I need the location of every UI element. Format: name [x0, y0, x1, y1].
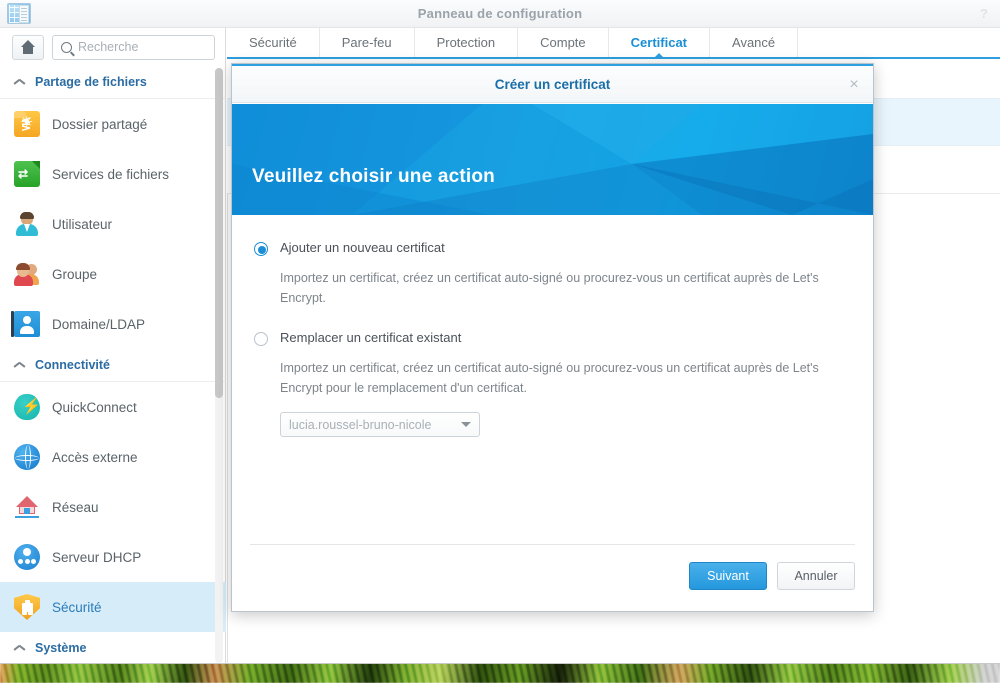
control-panel-window: Panneau de configuration ? Partage de fi…: [0, 0, 1000, 664]
sidebar-item-label: Sécurité: [52, 599, 102, 615]
sidebar-item-label: Réseau: [52, 499, 99, 515]
tab-label: Avancé: [732, 35, 776, 50]
tab-protection[interactable]: Protection: [415, 28, 519, 57]
sidebar-item-serveur-dhcp[interactable]: Serveur DHCP: [0, 532, 226, 582]
window-titlebar: Panneau de configuration ?: [0, 0, 1000, 28]
next-button[interactable]: Suivant: [689, 562, 767, 590]
group-icon: [14, 261, 40, 287]
cancel-button[interactable]: Annuler: [777, 562, 855, 590]
close-icon[interactable]: ×: [845, 76, 863, 94]
shared-folder-icon: ⋚: [14, 111, 40, 137]
dialog-body: Ajouter un nouveau certificat Importez u…: [232, 215, 873, 565]
tab-label: Pare-feu: [341, 35, 392, 50]
sidebar-item-label: Accès externe: [52, 449, 138, 465]
banner-polygon-pattern: [232, 104, 873, 215]
sidebar-item-label: Services de fichiers: [52, 166, 170, 182]
sidebar-item-label: Serveur DHCP: [52, 549, 142, 565]
sidebar-item-label: Utilisateur: [52, 216, 113, 232]
footer-separator: [250, 544, 855, 545]
option-replace-description: Importez un certificat, créez un certifi…: [280, 361, 819, 395]
option-add-new-certificate[interactable]: Ajouter un nouveau certificat: [254, 240, 851, 256]
tab-label: Protection: [436, 35, 496, 50]
sidebar-scrollbar-track[interactable]: [215, 68, 223, 663]
footer-button-group: Suivant Annuler: [689, 562, 855, 590]
sidebar-item-label: Dossier partagé: [52, 116, 148, 132]
sidebar-scrollbar-thumb[interactable]: [215, 68, 223, 398]
sidebar-nav-list: Partage de fichiers ⋚ Dossier partagé ⇄ …: [0, 66, 226, 663]
option-label: Ajouter un nouveau certificat: [280, 240, 445, 255]
help-icon[interactable]: ?: [976, 6, 992, 22]
sidebar-item-groupe[interactable]: Groupe: [0, 249, 226, 299]
domain-ldap-icon: [11, 311, 40, 337]
search-input[interactable]: [78, 40, 214, 54]
dialog-title: Créer un certificat: [494, 77, 611, 92]
search-box[interactable]: [52, 34, 215, 60]
tab-certificat[interactable]: Certificat: [609, 28, 711, 59]
sidebar-item-securite[interactable]: Sécurité: [0, 582, 226, 632]
radio-add-new-certificate[interactable]: [254, 242, 268, 256]
sidebar-item-label: Domaine/LDAP: [52, 316, 146, 332]
chevron-up-icon: [14, 644, 25, 652]
option-label: Remplacer un certificat existant: [280, 330, 462, 345]
home-button[interactable]: [12, 34, 44, 60]
sidebar-search-bar: [0, 28, 225, 66]
sidebar-group-partage-de-fichiers[interactable]: Partage de fichiers: [0, 66, 226, 99]
sidebar-item-reseau[interactable]: Réseau: [0, 482, 226, 532]
dialog-header: Créer un certificat ×: [232, 66, 873, 103]
tab-bar: Sécurité Pare-feu Protection Compte Cert…: [227, 28, 1000, 59]
tab-label: Compte: [540, 35, 586, 50]
sidebar-group-label: Partage de fichiers: [35, 75, 147, 89]
create-certificate-dialog: Créer un certificat × Veuillez choisir u…: [231, 63, 874, 612]
window-title: Panneau de configuration: [417, 6, 583, 21]
tab-label: Sécurité: [249, 35, 297, 50]
sidebar-item-quickconnect[interactable]: QuickConnect: [0, 382, 226, 432]
file-services-icon: ⇄: [14, 161, 40, 187]
sidebar-item-domaine-ldap[interactable]: Domaine/LDAP: [0, 299, 226, 349]
tab-pare-feu[interactable]: Pare-feu: [320, 28, 415, 57]
certificate-select-dropdown[interactable]: lucia.roussel-bruno-nicole: [280, 412, 480, 437]
sidebar-item-label: QuickConnect: [52, 399, 137, 415]
sidebar-item-label: Groupe: [52, 266, 98, 282]
sidebar-group-connectivite[interactable]: Connectivité: [0, 349, 226, 382]
background-column-divider: [227, 193, 228, 663]
search-icon: [61, 41, 72, 53]
chevron-down-icon: [461, 422, 471, 427]
sidebar-group-systeme[interactable]: Système: [0, 632, 226, 663]
sidebar-group-label: Connectivité: [35, 358, 111, 372]
sidebar-item-services-de-fichiers[interactable]: ⇄ Services de fichiers: [0, 149, 226, 199]
tab-label: Certificat: [630, 35, 688, 50]
tab-securite[interactable]: Sécurité: [227, 28, 320, 57]
quickconnect-icon: [14, 394, 41, 420]
home-icon: [20, 40, 36, 54]
sidebar-item-acces-externe[interactable]: Accès externe: [0, 432, 226, 482]
tab-avance[interactable]: Avancé: [710, 28, 799, 57]
network-icon: [14, 494, 40, 520]
radio-replace-existing-certificate[interactable]: [254, 332, 268, 346]
dropdown-selected-value: lucia.roussel-bruno-nicole: [289, 417, 432, 432]
option-replace-existing-certificate[interactable]: Remplacer un certificat existant: [254, 330, 851, 346]
globe-icon: [14, 444, 40, 470]
banner-title: Veuillez choisir une action: [252, 166, 495, 187]
sidebar-scroll-area: Partage de fichiers ⋚ Dossier partagé ⇄ …: [0, 66, 226, 663]
chevron-up-icon: [14, 361, 25, 369]
shield-icon: [14, 594, 40, 620]
dialog-banner: Veuillez choisir une action: [232, 104, 873, 215]
option-add-new-description: Importez un certificat, créez un certifi…: [280, 271, 819, 305]
dialog-footer: Suivant Annuler: [232, 544, 873, 611]
dhcp-server-icon: [14, 544, 40, 570]
sidebar-group-label: Système: [35, 641, 87, 655]
tab-compte[interactable]: Compte: [518, 28, 609, 57]
sidebar-item-dossier-partage[interactable]: ⋚ Dossier partagé: [0, 99, 226, 149]
user-icon: [14, 211, 40, 237]
sidebar: Partage de fichiers ⋚ Dossier partagé ⇄ …: [0, 28, 226, 663]
sidebar-item-utilisateur[interactable]: Utilisateur: [0, 199, 226, 249]
chevron-up-icon: [14, 78, 25, 86]
